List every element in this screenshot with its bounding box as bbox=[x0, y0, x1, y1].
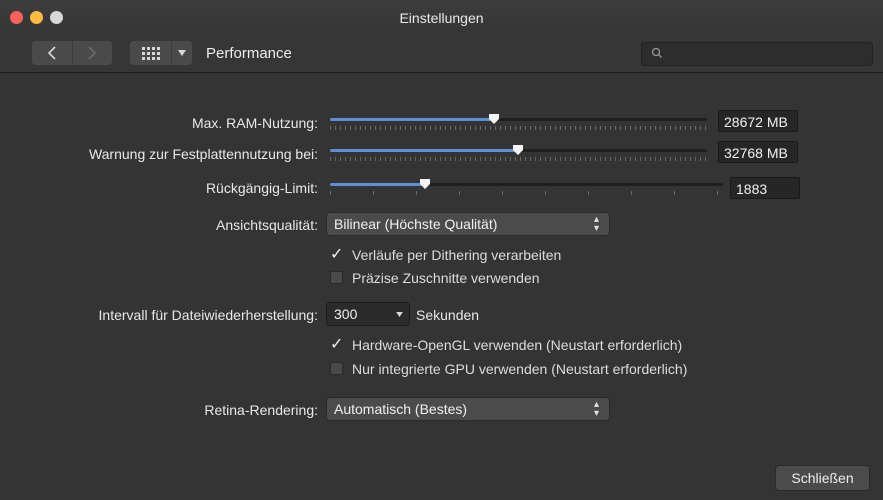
navigation-group bbox=[32, 41, 112, 65]
recovery-interval-value: 300 bbox=[334, 306, 358, 322]
precise-clipping-label: Präzise Zuschnitte verwenden bbox=[352, 270, 540, 286]
triangle-down-icon bbox=[178, 50, 187, 56]
slider-thumb[interactable] bbox=[512, 144, 524, 156]
retina-rendering-selected: Automatisch (Bestes) bbox=[334, 401, 468, 417]
up-down-arrows-icon: ▴ ▾ bbox=[593, 214, 599, 234]
title-bar: Einstellungen bbox=[0, 0, 883, 34]
dithering-label: Verläufe per Dithering verarbeiten bbox=[352, 247, 562, 263]
slider-thumb[interactable] bbox=[488, 113, 500, 125]
slider-fill bbox=[330, 118, 495, 121]
window-title: Einstellungen bbox=[399, 10, 484, 26]
toolbar: Performance bbox=[0, 34, 883, 73]
undo-limit-slider[interactable] bbox=[330, 178, 723, 200]
view-quality-label: Ansichtsqualität: bbox=[216, 217, 318, 233]
slider-fill bbox=[330, 183, 425, 186]
back-button[interactable] bbox=[32, 41, 72, 65]
triangle-down-icon bbox=[396, 312, 403, 317]
up-down-arrows-icon: ▴ ▾ bbox=[593, 399, 599, 419]
grid-icon bbox=[141, 46, 160, 60]
chevron-right-icon bbox=[88, 46, 97, 60]
recovery-interval-label: Intervall für Dateiwiederherstellung: bbox=[98, 307, 318, 323]
disk-warning-label: Warnung zur Festplattennutzung bei: bbox=[88, 146, 318, 162]
slider-ticks bbox=[330, 191, 723, 195]
view-quality-selected: Bilinear (Höchste Qualität) bbox=[334, 216, 498, 232]
show-all-dropdown[interactable] bbox=[172, 41, 192, 65]
retina-rendering-label: Retina-Rendering: bbox=[204, 402, 318, 418]
checkbox-box bbox=[330, 271, 343, 284]
slider-fill bbox=[330, 149, 518, 152]
retina-rendering-popup[interactable]: Automatisch (Bestes) ▴ ▾ bbox=[326, 397, 610, 421]
chevron-left-icon bbox=[47, 46, 56, 60]
hardware-opengl-label: Hardware-OpenGL verwenden (Neustart erfo… bbox=[352, 337, 683, 353]
search-icon bbox=[651, 47, 662, 58]
checkmark-icon: ✓ bbox=[330, 246, 344, 263]
undo-limit-value-field[interactable]: 1883 bbox=[730, 177, 800, 199]
show-all-button[interactable] bbox=[130, 41, 173, 65]
recovery-interval-unit: Sekunden bbox=[416, 307, 480, 323]
checkbox-box bbox=[330, 362, 343, 375]
slider-thumb[interactable] bbox=[419, 178, 431, 190]
undo-limit-label: Rückgängig-Limit: bbox=[205, 180, 318, 196]
close-button[interactable]: Schließen bbox=[775, 465, 870, 491]
checkmark-icon: ✓ bbox=[330, 336, 344, 353]
preferences-window: Einstellungen Performance Max. RAM-Nutzu… bbox=[0, 0, 883, 500]
search-input[interactable] bbox=[641, 42, 873, 66]
show-all-group bbox=[130, 41, 192, 65]
ram-value-field[interactable]: 28672 MB bbox=[718, 110, 798, 132]
recovery-interval-combobox[interactable]: 300 bbox=[326, 302, 410, 326]
panel-name: Performance bbox=[206, 45, 292, 62]
ram-slider[interactable] bbox=[330, 113, 707, 135]
integrated-gpu-label: Nur integrierte GPU verwenden (Neustart … bbox=[352, 361, 688, 377]
ram-label: Max. RAM-Nutzung: bbox=[191, 115, 318, 131]
disk-warning-value-field[interactable]: 32768 MB bbox=[718, 141, 798, 163]
slider-ticks bbox=[330, 157, 707, 161]
disk-warning-slider[interactable] bbox=[330, 144, 707, 166]
forward-button[interactable] bbox=[71, 41, 113, 65]
slider-ticks bbox=[330, 126, 707, 130]
view-quality-popup[interactable]: Bilinear (Höchste Qualität) ▴ ▾ bbox=[326, 212, 610, 236]
